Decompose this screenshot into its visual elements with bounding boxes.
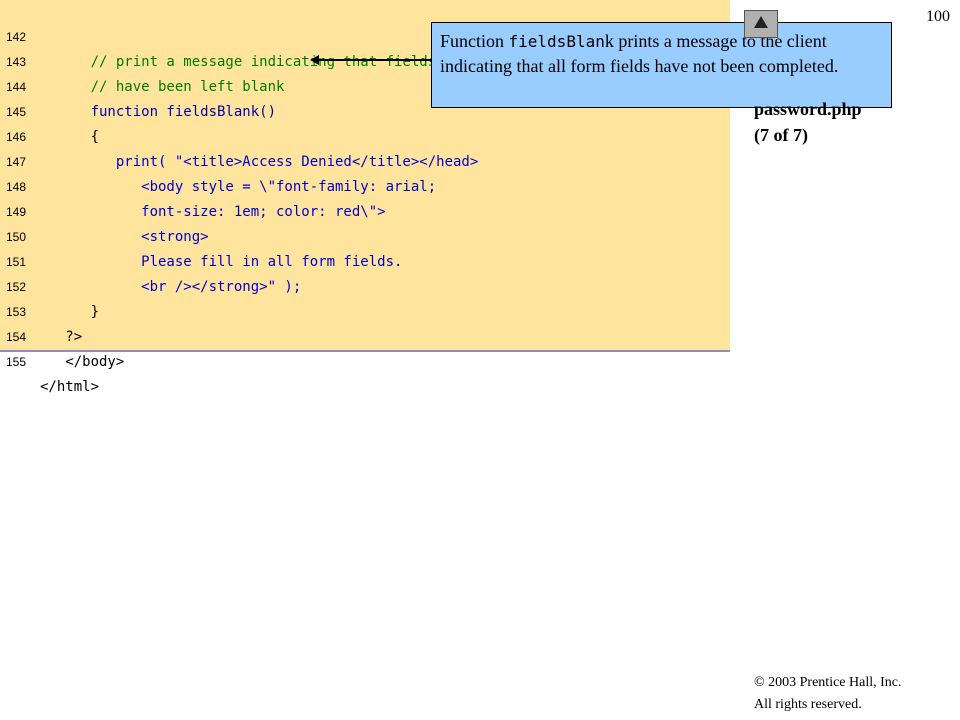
callout-code: fieldsBlan [508,32,605,51]
code-line: 151 <br /></strong>" ); [0,225,730,295]
copyright-notice: © 2003 Prentice Hall, Inc. All rights re… [754,672,902,716]
copyright-line: © 2003 Prentice Hall, Inc. [754,675,902,690]
code-text: </body> [40,354,125,370]
code-line: 153 ?> [0,275,730,345]
code-line: 154 </body> [0,300,730,370]
file-name: password.php [754,99,862,119]
code-line: 147 <body style = \"font-family: arial; [0,125,730,195]
rights-line: All rights reserved. [754,697,862,712]
code-line: 150 Please fill in all form fields. [0,200,730,270]
line-number: 155 [6,355,27,369]
file-part: (7 of 7) [754,125,808,145]
code-line: 149 <strong> [0,175,730,245]
slide-nav-up-button[interactable] [744,10,778,38]
code-line: 155 </html> [0,325,730,395]
page-number: 100 [926,8,950,25]
code-line: 148 font-size: 1em; color: red\"> [0,150,730,220]
callout-prefix: Function [440,31,509,51]
code-line: 152 } [0,250,730,320]
code-text: </html> [40,379,100,395]
file-label: password.php (7 of 7) [754,96,862,148]
callout-pointer-line [318,59,435,61]
